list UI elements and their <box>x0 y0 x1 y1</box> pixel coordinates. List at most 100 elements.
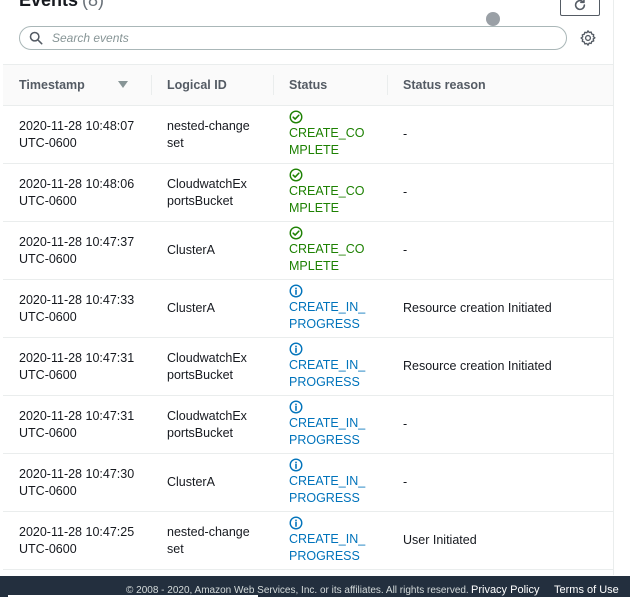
logical-id-text: nested-changeset <box>167 118 250 150</box>
refresh-button[interactable] <box>560 0 600 16</box>
info-circle-icon <box>289 342 303 356</box>
logical-id-text: CloudwatchExportsBucket <box>167 408 247 440</box>
status-reason-text: Resource creation Initiated <box>403 301 552 315</box>
search-input[interactable] <box>50 28 566 48</box>
status-reason-text: - <box>403 417 408 431</box>
status-reason-text: - <box>403 475 408 489</box>
timestamp-text: 2020-11-28 10:48:07 UTC-0600 <box>19 118 135 150</box>
timestamp-cell: 2020-11-28 10:47:30 UTC-0600 <box>3 453 151 512</box>
logical-id-text: ClusterA <box>167 301 215 315</box>
column-label: Status <box>289 78 328 92</box>
logical-id-cell: ClusterA <box>151 453 273 512</box>
timestamp-text: 2020-11-28 10:47:31 UTC-0600 <box>19 408 135 440</box>
logical-id-text: CloudwatchExportsBucket <box>167 350 247 382</box>
column-header-status-reason[interactable]: Status reason <box>387 64 613 106</box>
table-row: 2020-11-28 10:47:33 UTC-0600 ClusterA CREA… <box>3 279 613 338</box>
status-reason-text: User Initiated <box>403 533 477 547</box>
info-circle-icon <box>289 458 303 472</box>
events-panel: Events(8) Timestamp Logical ID Status St… <box>0 0 614 575</box>
status-reason-cell: Resource creation Initiated <box>387 337 613 396</box>
column-header-timestamp[interactable]: Timestamp <box>3 64 151 106</box>
timestamp-cell: 2020-11-28 10:48:06 UTC-0600 <box>3 163 151 222</box>
gear-icon <box>579 29 597 47</box>
info-circle-icon <box>289 400 303 414</box>
column-label: Logical ID <box>167 78 227 92</box>
table-row: 2020-11-28 10:47:25 UTC-0600 nested-chang… <box>3 511 613 570</box>
status-reason-cell: - <box>387 395 613 454</box>
table-header-row: Timestamp Logical ID Status Status reaso… <box>3 64 613 106</box>
info-circle-icon <box>289 284 303 298</box>
logical-id-cell: ClusterA <box>151 221 273 280</box>
status-reason-cell: - <box>387 453 613 512</box>
logical-id-cell: CloudwatchExportsBucket <box>151 395 273 454</box>
panel-title: Events (8) <box>19 0 104 10</box>
status-text: CREATE_COMPLETE <box>289 184 365 215</box>
status-text: CREATE_IN_PROGRESS <box>289 532 366 563</box>
table-row: 2020-11-28 10:47:30 UTC-0600 ClusterA CREA… <box>3 453 613 512</box>
status-cell: CREATE_IN_PROGRESS <box>273 279 387 338</box>
table-row: 2020-11-28 10:47:31 UTC-0600 CloudwatchEx… <box>3 395 613 454</box>
table-row: 2020-11-28 10:48:06 UTC-0600 CloudwatchEx… <box>3 163 613 222</box>
copyright-text: © 2008 - 2020, Amazon Web Services, Inc.… <box>126 585 469 596</box>
status-cell: CREATE_IN_PROGRESS <box>273 395 387 454</box>
check-circle-icon <box>289 110 303 124</box>
preferences-button[interactable] <box>579 29 597 47</box>
timestamp-text: 2020-11-28 10:47:31 UTC-0600 <box>19 350 135 382</box>
status-reason-cell: User Initiated <box>387 511 613 570</box>
status-cell: CREATE_IN_PROGRESS <box>273 511 387 570</box>
timestamp-text: 2020-11-28 10:47:30 UTC-0600 <box>19 466 135 498</box>
logical-id-text: CloudwatchExportsBucket <box>167 176 247 208</box>
status-reason-cell: - <box>387 221 613 280</box>
column-label: Status reason <box>403 78 486 92</box>
status-reason-text: - <box>403 243 408 257</box>
status-reason-text: - <box>403 127 408 141</box>
logical-id-cell: nested-changeset <box>151 511 273 570</box>
refresh-icon <box>573 0 587 12</box>
logical-id-cell: nested-changeset <box>151 105 273 164</box>
timestamp-text: 2020-11-28 10:47:25 UTC-0600 <box>19 524 135 556</box>
privacy-policy-link[interactable]: Privacy Policy <box>471 584 539 596</box>
column-header-status[interactable]: Status <box>273 64 387 106</box>
status-text: CREATE_IN_PROGRESS <box>289 474 366 505</box>
timestamp-cell: 2020-11-28 10:47:31 UTC-0600 <box>3 337 151 396</box>
search-box[interactable] <box>19 26 567 50</box>
search-icon <box>29 31 43 45</box>
status-text: CREATE_COMPLETE <box>289 126 365 157</box>
caret-down-icon[interactable] <box>117 81 128 89</box>
status-cell: CREATE_IN_PROGRESS <box>273 337 387 396</box>
events-table: Timestamp Logical ID Status Status reaso… <box>3 64 613 570</box>
timestamp-text: 2020-11-28 10:47:33 UTC-0600 <box>19 292 135 324</box>
logical-id-text: nested-changeset <box>167 524 250 556</box>
timestamp-cell: 2020-11-28 10:47:25 UTC-0600 <box>3 511 151 570</box>
timestamp-cell: 2020-11-28 10:47:31 UTC-0600 <box>3 395 151 454</box>
check-circle-icon <box>289 168 303 182</box>
status-text: CREATE_COMPLETE <box>289 242 365 273</box>
table-row: 2020-11-28 10:47:37 UTC-0600 ClusterA CREA… <box>3 221 613 280</box>
status-reason-text: Resource creation Initiated <box>403 359 552 373</box>
info-circle-icon <box>289 516 303 530</box>
panel-title-text: Events <box>19 0 79 10</box>
column-header-logical-id[interactable]: Logical ID <box>151 64 273 106</box>
terms-of-use-link[interactable]: Terms of Use <box>554 584 619 596</box>
logical-id-text: ClusterA <box>167 243 215 257</box>
status-reason-text: - <box>403 185 408 199</box>
table-row: 2020-11-28 10:47:31 UTC-0600 CloudwatchEx… <box>3 337 613 396</box>
timestamp-text: 2020-11-28 10:47:37 UTC-0600 <box>19 234 135 266</box>
event-count: (8) <box>82 0 105 10</box>
logical-id-cell: ClusterA <box>151 279 273 338</box>
panel-header: Events (8) <box>0 0 613 26</box>
status-reason-cell: Resource creation Initiated <box>387 279 613 338</box>
status-text: CREATE_IN_PROGRESS <box>289 300 366 331</box>
status-text: CREATE_IN_PROGRESS <box>289 416 366 447</box>
status-cell: CREATE_COMPLETE <box>273 221 387 280</box>
mouse-cursor <box>486 12 500 26</box>
logical-id-cell: CloudwatchExportsBucket <box>151 337 273 396</box>
status-cell: CREATE_COMPLETE <box>273 163 387 222</box>
status-cell: CREATE_COMPLETE <box>273 105 387 164</box>
timestamp-cell: 2020-11-28 10:47:37 UTC-0600 <box>3 221 151 280</box>
status-reason-cell: - <box>387 105 613 164</box>
timestamp-cell: 2020-11-28 10:47:33 UTC-0600 <box>3 279 151 338</box>
logical-id-text: ClusterA <box>167 475 215 489</box>
check-circle-icon <box>289 226 303 240</box>
timestamp-text: 2020-11-28 10:48:06 UTC-0600 <box>19 176 135 208</box>
